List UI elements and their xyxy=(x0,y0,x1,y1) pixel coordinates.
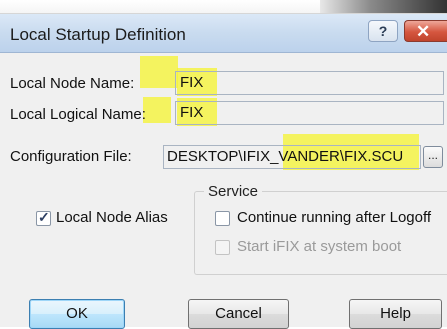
background-window-edge xyxy=(320,0,447,14)
local-node-alias-label: Local Node Alias xyxy=(56,209,168,226)
question-mark-icon: ? xyxy=(378,23,388,39)
cancel-button[interactable]: Cancel xyxy=(188,299,289,329)
local-node-alias-checkbox[interactable]: ✓ xyxy=(36,209,51,226)
titlebar-close-button[interactable]: ✕ xyxy=(404,20,447,42)
local-logical-name-value: FIX xyxy=(180,104,204,121)
configuration-file-value: DESKTOP\IFIX_VANDER\FIX.SCU xyxy=(167,148,404,165)
local-node-name-value: FIX xyxy=(180,74,204,91)
local-node-name-label: Local Node Name: xyxy=(10,75,135,92)
highlight-node-name-label xyxy=(140,56,178,88)
highlight-logical-name-label xyxy=(143,97,171,123)
help-button[interactable]: Help xyxy=(349,299,442,329)
local-node-name-field[interactable]: FIX xyxy=(175,71,444,95)
dialog-title: Local Startup Definition xyxy=(10,25,186,44)
configuration-file-field[interactable]: DESKTOP\IFIX_VANDER\FIX.SCU xyxy=(163,145,421,169)
local-logical-name-label: Local Logical Name: xyxy=(10,106,146,123)
checkmark-icon: ✓ xyxy=(38,209,50,225)
browse-button[interactable]: ... xyxy=(423,146,443,168)
service-group-label: Service xyxy=(204,183,263,200)
start-at-boot-checkbox[interactable] xyxy=(215,240,230,255)
service-groupbox xyxy=(194,191,447,275)
configuration-file-label: Configuration File: xyxy=(10,148,132,165)
dialog-titlebar: Local Startup Definition ? ✕ xyxy=(0,14,447,53)
start-at-boot-label: Start iFIX at system boot xyxy=(237,238,402,255)
continue-running-label: Continue running after Logoff xyxy=(237,209,432,226)
ok-button[interactable]: OK xyxy=(29,299,125,329)
continue-running-checkbox[interactable] xyxy=(215,211,230,226)
local-logical-name-field[interactable]: FIX xyxy=(175,101,444,125)
close-icon: ✕ xyxy=(416,22,431,41)
local-startup-definition-dialog: Local Startup Definition ? ✕ Local Node … xyxy=(0,14,447,329)
titlebar-help-button[interactable]: ? xyxy=(368,20,398,42)
